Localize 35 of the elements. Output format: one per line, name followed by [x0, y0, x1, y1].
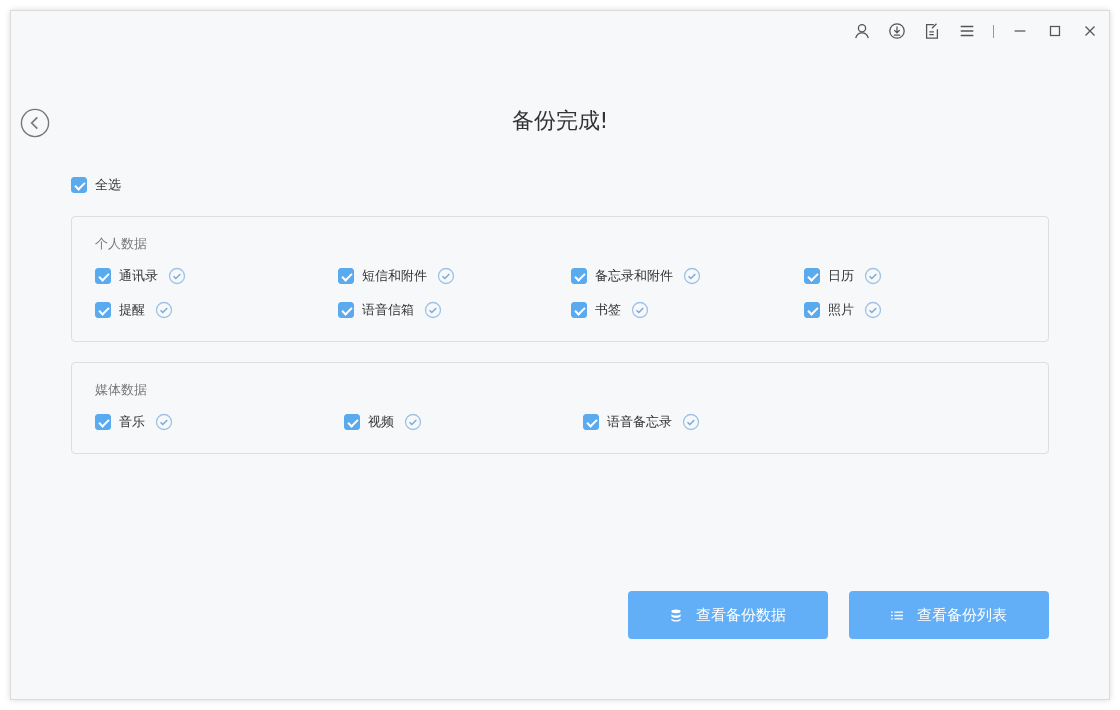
checkbox[interactable]	[804, 268, 820, 284]
group-title: 个人数据	[95, 235, 147, 253]
checkbox[interactable]	[583, 414, 599, 430]
checkbox-label: 视频	[368, 413, 394, 431]
checkbox[interactable]	[95, 268, 111, 284]
checkbox-label: 音乐	[119, 413, 145, 431]
checkbox[interactable]	[338, 302, 354, 318]
list-icon	[891, 608, 903, 622]
checkbox[interactable]	[338, 268, 354, 284]
checkbox[interactable]	[344, 414, 360, 430]
checkbox-label: 语音备忘录	[607, 413, 672, 431]
checkbox-label: 语音信箱	[362, 301, 414, 319]
download-icon[interactable]	[888, 22, 906, 40]
checkbox[interactable]	[95, 302, 111, 318]
group-title: 媒体数据	[95, 381, 147, 399]
checkbox-label: 备忘录和附件	[595, 267, 673, 285]
checkbox-label: 全选	[95, 176, 121, 194]
view-list-button[interactable]: 查看备份列表	[849, 591, 1049, 639]
checkbox-label: 通讯录	[119, 267, 158, 285]
checkbox-label: 提醒	[119, 301, 145, 319]
back-icon[interactable]	[20, 108, 50, 138]
checkbox[interactable]	[71, 177, 87, 193]
checkbox[interactable]	[804, 302, 820, 318]
checkbox-label: 短信和附件	[362, 267, 427, 285]
checkbox-label: 日历	[828, 267, 854, 285]
view-data-button[interactable]: 查看备份数据	[628, 591, 828, 639]
database-icon	[670, 608, 682, 622]
page-title: 备份完成!	[511, 107, 609, 135]
checkbox[interactable]	[95, 414, 111, 430]
checkbox-label: 照片	[828, 301, 854, 319]
checkbox-label: 书签	[595, 301, 621, 319]
checkbox[interactable]	[571, 302, 587, 318]
user-icon[interactable]	[853, 22, 871, 40]
checkbox[interactable]	[571, 268, 587, 284]
note-edit-icon[interactable]	[923, 22, 941, 40]
